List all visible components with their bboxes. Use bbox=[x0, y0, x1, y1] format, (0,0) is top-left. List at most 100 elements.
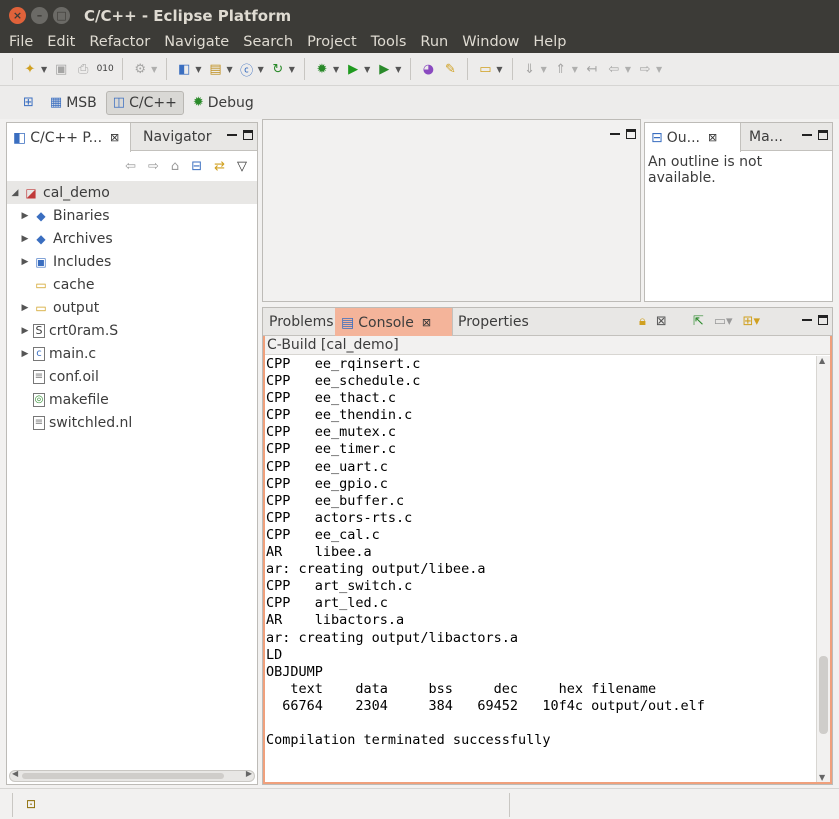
collapsed-arrow-icon[interactable]: ▶ bbox=[17, 211, 33, 221]
menu-navigate[interactable]: Navigate bbox=[157, 34, 236, 50]
minimize-icon[interactable] bbox=[610, 129, 620, 135]
console-output[interactable]: CPP ee_rqinsert.c CPP ee_schedule.c CPP … bbox=[265, 356, 816, 782]
debug-dropdown-icon[interactable]: ▼ bbox=[333, 65, 339, 74]
tree-item-includes[interactable]: ▶ ▣ Includes bbox=[7, 250, 257, 273]
maximize-icon[interactable] bbox=[818, 130, 828, 140]
new-icon[interactable]: ✦ bbox=[21, 60, 39, 78]
tab-properties[interactable]: Properties bbox=[452, 308, 535, 336]
open-console-icon[interactable]: ⊞▾ bbox=[743, 314, 760, 329]
vertical-scrollbar[interactable]: ▲ ▼ bbox=[816, 356, 830, 782]
forward-icon[interactable]: ⇨ bbox=[148, 159, 159, 174]
new-class-icon[interactable]: ⓒ bbox=[238, 60, 256, 79]
search-pencil-icon[interactable]: ✎ bbox=[441, 60, 459, 78]
tree-item-output[interactable]: ▶ ▭ output bbox=[7, 296, 257, 319]
expanded-arrow-icon[interactable]: ◢ bbox=[7, 188, 23, 198]
home-icon[interactable]: ⌂ bbox=[171, 159, 179, 174]
tree-item-switchled[interactable]: ≡ switchled.nl bbox=[7, 411, 257, 434]
tree-root-cal-demo[interactable]: ◢ ◪ cal_demo bbox=[7, 181, 257, 204]
new-c-project-dropdown-icon[interactable]: ▼ bbox=[195, 65, 201, 74]
scroll-down-icon[interactable]: ▼ bbox=[819, 773, 825, 782]
collapsed-arrow-icon[interactable]: ▶ bbox=[17, 326, 33, 336]
back-dropdown-icon[interactable]: ▼ bbox=[625, 65, 631, 74]
collapsed-arrow-icon[interactable]: ▶ bbox=[17, 234, 33, 244]
new-dropdown-icon[interactable]: ▼ bbox=[41, 65, 47, 74]
tree-item-archives[interactable]: ▶ ◆ Archives bbox=[7, 227, 257, 250]
prev-annotation-dropdown-icon[interactable]: ▼ bbox=[572, 65, 578, 74]
external-tools-dropdown-icon[interactable]: ▼ bbox=[395, 65, 401, 74]
menu-edit[interactable]: Edit bbox=[40, 34, 82, 50]
open-folder-icon[interactable]: ▭ bbox=[476, 60, 494, 78]
tab-console[interactable]: ▤ Console ⊠ bbox=[335, 308, 453, 337]
collapse-all-icon[interactable]: ⊟ bbox=[191, 159, 202, 174]
tab-problems[interactable]: Problems bbox=[263, 308, 340, 336]
tree-item-makefile[interactable]: ◎ makefile bbox=[7, 388, 257, 411]
menu-window[interactable]: Window bbox=[455, 34, 526, 50]
forward-dropdown-icon[interactable]: ▼ bbox=[656, 65, 662, 74]
menu-refactor[interactable]: Refactor bbox=[82, 34, 157, 50]
forward-icon[interactable]: ⇨ bbox=[636, 60, 654, 78]
open-folder-dropdown-icon[interactable]: ▼ bbox=[496, 65, 502, 74]
refresh-dropdown-icon[interactable]: ▼ bbox=[289, 65, 295, 74]
minimize-icon[interactable] bbox=[802, 315, 812, 321]
perspective-cpp[interactable]: ◫ C/C++ bbox=[105, 90, 184, 115]
tree-item-cache[interactable]: ▭ cache bbox=[7, 273, 257, 296]
minimize-icon[interactable] bbox=[227, 130, 237, 136]
maximize-icon[interactable] bbox=[818, 315, 828, 325]
close-icon[interactable]: ⊠ bbox=[110, 131, 119, 144]
refresh-icon[interactable]: ↻ bbox=[269, 60, 287, 78]
debug-bug-icon[interactable]: ✹ bbox=[313, 60, 331, 78]
window-close-button[interactable]: × bbox=[9, 7, 26, 24]
pin-console-icon[interactable]: ⇱ bbox=[693, 314, 704, 329]
new-class-dropdown-icon[interactable]: ▼ bbox=[258, 65, 264, 74]
tab-cpp-projects[interactable]: ◧ C/C++ P... ⊠ bbox=[7, 123, 131, 152]
tab-make-targets[interactable]: Ma... bbox=[743, 123, 789, 151]
close-icon[interactable]: ⊠ bbox=[708, 131, 717, 144]
new-folder-dropdown-icon[interactable]: ▼ bbox=[226, 65, 232, 74]
collapsed-arrow-icon[interactable]: ▶ bbox=[17, 257, 33, 267]
tab-outline[interactable]: ⊟ Ou... ⊠ bbox=[645, 123, 741, 152]
save-icon[interactable]: ▣ bbox=[52, 60, 70, 78]
back-icon[interactable]: ⇦ bbox=[605, 60, 623, 78]
link-editor-icon[interactable]: ⇄ bbox=[214, 159, 225, 174]
display-console-icon[interactable]: ▭▾ bbox=[714, 314, 733, 329]
scrollbar-thumb[interactable] bbox=[22, 773, 224, 779]
menu-file[interactable]: File bbox=[0, 34, 40, 50]
tree-item-crt0ram[interactable]: ▶ S crt0ram.S bbox=[7, 319, 257, 342]
clear-console-icon[interactable]: ⊠ bbox=[656, 314, 667, 329]
binary-icon[interactable]: 010 bbox=[96, 60, 114, 78]
last-edit-icon[interactable]: ↤ bbox=[583, 60, 601, 78]
next-annotation-icon[interactable]: ⇓ bbox=[521, 60, 539, 78]
window-minimize-button[interactable]: – bbox=[31, 7, 48, 24]
menu-project[interactable]: Project bbox=[300, 34, 364, 50]
maximize-icon[interactable] bbox=[626, 129, 636, 139]
run-dropdown-icon[interactable]: ▼ bbox=[364, 65, 370, 74]
perspective-debug[interactable]: ✹ Debug bbox=[186, 91, 261, 115]
scroll-right-icon[interactable]: ▶ bbox=[246, 769, 252, 778]
tree-item-conf-oil[interactable]: ≡ conf.oil bbox=[7, 365, 257, 388]
fast-view-icon[interactable]: ⊡ bbox=[26, 797, 36, 811]
build-icon[interactable]: ⚙ bbox=[131, 60, 149, 78]
external-tools-icon[interactable]: ▶ bbox=[375, 60, 393, 78]
print-icon[interactable]: ⎙ bbox=[74, 60, 92, 78]
new-folder-icon[interactable]: ▤ bbox=[206, 60, 224, 78]
menu-run[interactable]: Run bbox=[413, 34, 455, 50]
new-c-project-icon[interactable]: ◧ bbox=[175, 60, 193, 78]
scroll-left-icon[interactable]: ◀ bbox=[12, 769, 18, 778]
tab-navigator[interactable]: Navigator bbox=[137, 123, 218, 151]
next-annotation-dropdown-icon[interactable]: ▼ bbox=[541, 65, 547, 74]
collapsed-arrow-icon[interactable]: ▶ bbox=[17, 349, 33, 359]
build-dropdown-icon[interactable]: ▼ bbox=[151, 65, 157, 74]
maximize-icon[interactable] bbox=[243, 130, 253, 140]
horizontal-scrollbar[interactable]: ◀ ▶ bbox=[9, 769, 255, 782]
prev-annotation-icon[interactable]: ⇑ bbox=[552, 60, 570, 78]
menu-search[interactable]: Search bbox=[236, 34, 300, 50]
scroll-up-icon[interactable]: ▲ bbox=[819, 356, 825, 365]
scrollbar-thumb[interactable] bbox=[819, 656, 828, 734]
menu-help[interactable]: Help bbox=[526, 34, 573, 50]
view-menu-icon[interactable]: ▽ bbox=[237, 159, 247, 174]
tree-item-main-c[interactable]: ▶ c main.c bbox=[7, 342, 257, 365]
open-perspective-button[interactable]: ⊞ bbox=[16, 91, 41, 114]
open-type-icon[interactable]: ◕ bbox=[419, 60, 437, 78]
perspective-msb[interactable]: ▦ MSB bbox=[43, 91, 104, 115]
back-icon[interactable]: ⇦ bbox=[125, 159, 136, 174]
